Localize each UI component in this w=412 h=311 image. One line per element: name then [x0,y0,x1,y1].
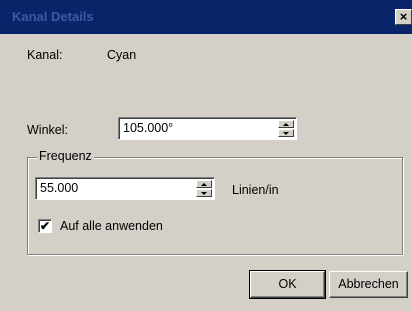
angle-label: Winkel: [27,123,68,137]
checkmark-icon: ✔ [39,219,51,233]
frequency-group [27,157,403,255]
angle-spinner[interactable] [278,120,294,137]
frequency-field[interactable]: 55.000 [35,177,215,200]
angle-field[interactable]: 105.000° [118,117,297,140]
frequency-decrement-icon[interactable] [196,189,212,197]
apply-all-label[interactable]: Auf alle anwenden [60,219,163,233]
angle-value: 105.000° [123,121,174,135]
title-bar[interactable]: Kanal Details × [0,0,412,34]
close-button[interactable]: × [395,9,412,25]
frequency-unit: Linien/in [232,183,279,197]
frequency-value: 55.000 [40,181,79,195]
angle-increment-icon[interactable] [278,120,294,128]
cancel-button[interactable]: Abbrechen [329,271,408,298]
channel-label: Kanal: [27,48,63,62]
apply-all-checkbox[interactable]: ✔ [38,219,52,233]
frequency-spinner[interactable] [196,180,212,197]
channel-details-dialog: Kanal Details × Kanal: Cyan Winkel: 105.… [0,0,412,311]
frequency-group-label: Frequenz [37,149,94,163]
frequency-increment-icon[interactable] [196,180,212,188]
ok-button[interactable]: OK [249,270,326,299]
angle-decrement-icon[interactable] [278,129,294,137]
dialog-title: Kanal Details [12,9,94,24]
channel-value: Cyan [107,48,137,62]
